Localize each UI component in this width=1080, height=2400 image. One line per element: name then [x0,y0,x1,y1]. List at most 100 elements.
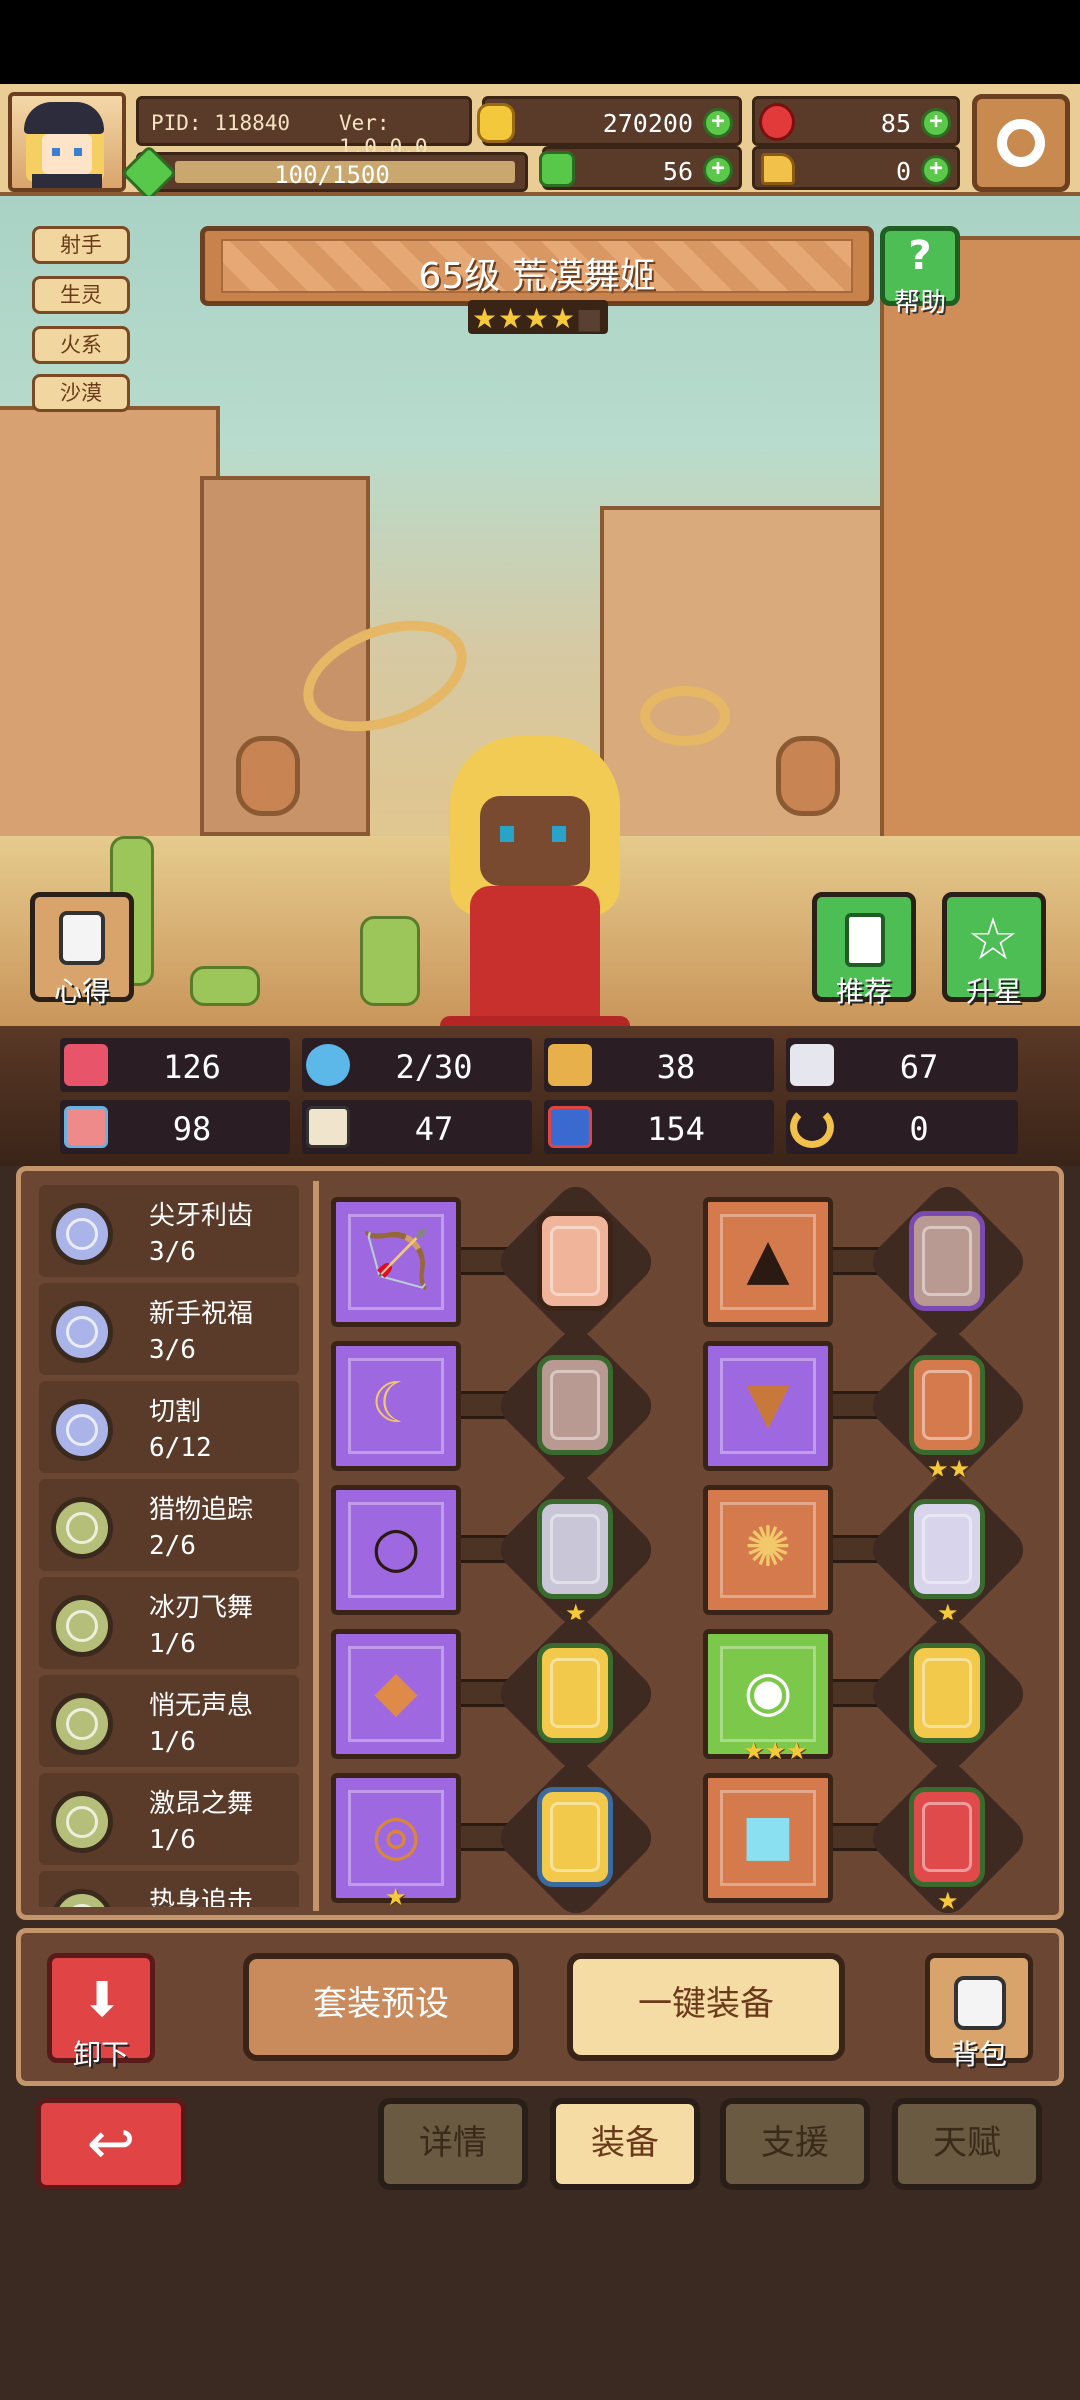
tab-talent[interactable]: 天赋 [892,2098,1042,2190]
card-slot-helmet[interactable] [909,1211,985,1311]
amulet-icon: ◆ [374,1659,418,1724]
card-slot-necklace[interactable] [537,1499,613,1599]
help-label: 帮助 [893,288,946,318]
skill-item[interactable]: 悄无声息 1/6 [39,1675,299,1767]
stat-attack-value: 98 [172,1110,212,1148]
card-slot-offhand[interactable] [537,1355,613,1455]
stat-attack: 98 [60,1100,290,1154]
horseshoe-icon [790,1106,834,1148]
skill-item[interactable]: 猎物追踪 2/6 [39,1479,299,1571]
skill-item[interactable]: 激昂之舞 1/6 [39,1773,299,1865]
skill-item[interactable]: 冰刃飞舞 1/6 [39,1577,299,1669]
card-slot-bracelet[interactable] [909,1643,985,1743]
skill-name: 尖牙利齿 [149,1201,254,1231]
question-icon: ? [908,233,932,279]
stat-energy: 2/30 [302,1038,532,1092]
stat-luck: 0 [786,1100,1018,1154]
tag-creature[interactable]: 生灵 [32,276,130,314]
floating-rune-right [776,736,840,816]
skill-list[interactable]: 尖牙利齿 3/6 新手祝福 3/6 切割 6/12 猎物追踪 2/6 冰刃飞舞 … [39,1185,305,1907]
equip-slot-boots[interactable]: ■ [703,1773,833,1903]
stat-luck-value: 0 [909,1110,929,1148]
return-arrow-icon: ↩ [86,2109,136,2177]
xp-value: 100/1500 [274,161,390,189]
gold-coin-icon [477,103,515,143]
gear-icon [997,119,1045,167]
card-slot-boots[interactable] [909,1787,985,1887]
skill-name: 切割 [149,1397,202,1427]
skill-progress: 3/6 [149,1237,196,1267]
boot-icon [761,153,795,185]
equip-slot-offhand[interactable]: ☾ [331,1341,461,1471]
stat-speed: 67 [786,1038,1018,1092]
skill-badge-icon [51,1889,113,1907]
slot-star-icon: ★ [385,1883,407,1911]
card-slot-ring[interactable] [537,1787,613,1887]
stat-power: 154 [544,1100,774,1154]
clover-counter: 56 + [539,146,742,190]
stat-energy-value: 2/30 [395,1048,473,1086]
card-slot-armor[interactable] [909,1355,985,1455]
star-icon: ★ [472,302,498,335]
necklace-icon: ○ [371,1515,421,1580]
skill-badge-icon [51,1399,113,1461]
back-button[interactable]: ↩ [36,2098,186,2190]
hero-star-rating: ★ ★ ★ ★ ■ [468,300,608,335]
skill-badge-icon [51,1595,113,1657]
recommend-label: 推荐 [835,975,892,1008]
tab-details[interactable]: 详情 [378,2098,528,2190]
tab-support[interactable]: 支援 [720,2098,870,2190]
equip-slot-belt[interactable]: ✺ [703,1485,833,1615]
skill-name: 新手祝福 [149,1299,254,1329]
add-shoe-button[interactable]: + [921,155,951,185]
set-preset-button[interactable]: 套装预设 [243,1953,519,2061]
notes-label: 心得 [53,975,110,1008]
hero-title-plate: 65级 荒漠舞姬 [200,226,874,306]
player-info-panel: PID: 118840 Ver: 1.0.0.0 [136,96,472,159]
water-drop-icon [306,1044,350,1086]
equip-slot-weapon[interactable]: 🏹 [331,1197,461,1327]
bag-label: 背包 [950,2038,1007,2071]
gem-counter: 85 + [752,96,960,146]
hero-sprite[interactable] [330,716,730,1026]
sun-belt-icon: ✺ [744,1515,792,1580]
skill-name: 悄无声息 [149,1691,254,1721]
add-gold-button[interactable]: + [703,108,733,138]
xp-bar: 100/1500 [120,144,528,202]
equip-slot-helmet[interactable]: ▲ [703,1197,833,1327]
potion-icon [548,1106,592,1148]
equip-slot-necklace[interactable]: ○ [331,1485,461,1615]
settings-button[interactable] [972,94,1070,192]
skill-item[interactable]: 新手祝福 3/6 [39,1283,299,1375]
skill-item[interactable]: 热身追击 [39,1871,299,1907]
gold-value: 270200 [602,109,693,138]
player-avatar[interactable] [8,92,126,192]
equip-all-button[interactable]: 一键装备 [567,1953,845,2061]
ring-icon: ◎ [371,1803,421,1868]
wing-icon [790,1044,834,1086]
skill-progress: 1/6 [149,1629,196,1659]
thumbs-up-icon [845,913,885,967]
stat-hp-value: 126 [163,1048,221,1086]
card-slot-amulet[interactable] [537,1643,613,1743]
equip-slot-amulet[interactable]: ◆ [331,1629,461,1759]
skill-item[interactable]: 尖牙利齿 3/6 [39,1185,299,1277]
skill-item[interactable]: 切割 6/12 [39,1381,299,1473]
tag-archer[interactable]: 射手 [32,226,130,264]
skill-progress: 3/6 [149,1335,196,1365]
backpack-icon [954,1976,1006,2030]
fist-icon [64,1106,108,1148]
stat-magic: 47 [302,1100,532,1154]
equip-slot-armor[interactable]: ▼ [703,1341,833,1471]
skill-progress: 1/6 [149,1727,196,1757]
card-slot-weapon[interactable] [537,1211,613,1311]
tab-equipment[interactable]: 装备 [550,2098,700,2190]
add-clover-button[interactable]: + [703,155,733,185]
floating-rune-left [236,736,300,816]
skill-progress: 6/12 [149,1433,212,1463]
tag-desert[interactable]: 沙漠 [32,374,130,412]
card-slot-belt[interactable] [909,1499,985,1599]
add-gem-button[interactable]: + [921,108,951,138]
gold-counter: 270200 + [477,96,742,146]
tag-fire[interactable]: 火系 [32,326,130,364]
